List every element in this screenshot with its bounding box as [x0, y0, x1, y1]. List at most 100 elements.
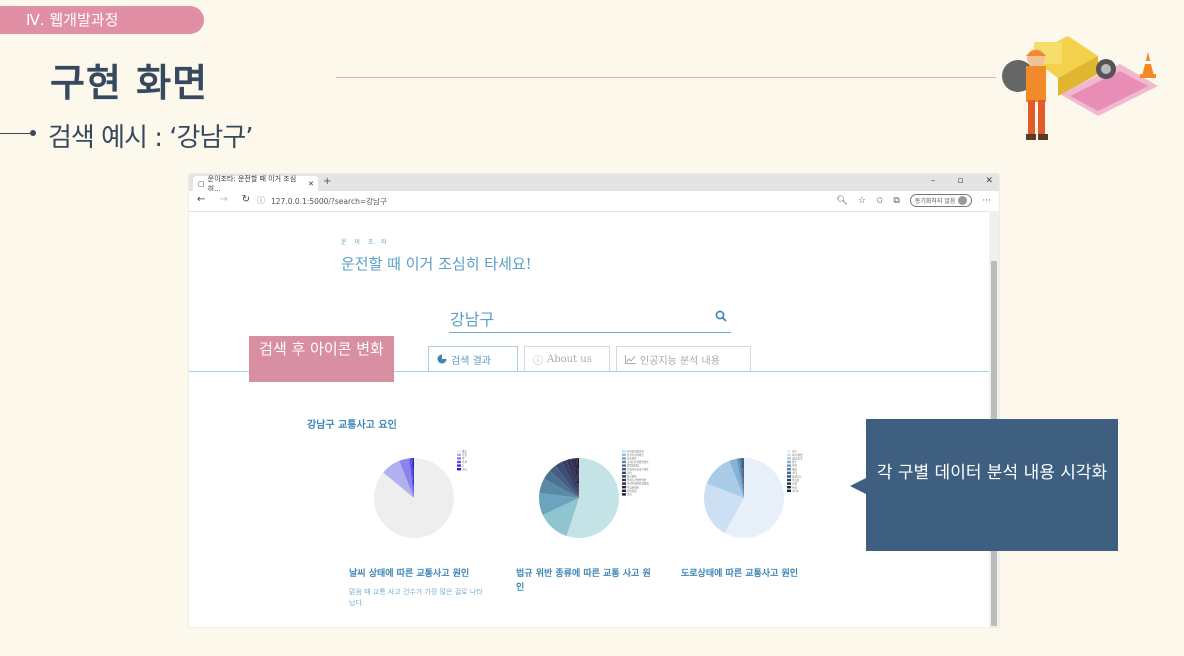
legend-swatch: [787, 475, 791, 478]
legend-label: 기타: [792, 471, 797, 475]
legend-swatch: [622, 468, 626, 471]
bullet-dot: [30, 130, 36, 136]
legend-label: 보행자보호의무위반: [627, 467, 649, 471]
pie-icon: [437, 354, 447, 364]
window-controls: – ▫ ✕: [931, 176, 993, 186]
more-menu-icon[interactable]: ···: [982, 196, 991, 206]
brand-title[interactable]: 운전할 때 이거 조심히 타세요!: [341, 253, 532, 274]
legend-swatch: [787, 486, 791, 489]
legend-label: 흐림: [462, 453, 467, 457]
card-caption[interactable]: 법규 위반 종류에 따른 교통 사고 원인: [516, 567, 651, 595]
legend-swatch: [787, 460, 791, 464]
legend-label: 해빙: [792, 467, 797, 471]
legend-swatch: [622, 475, 626, 478]
legend-swatch: [622, 471, 626, 474]
tab-search-results[interactable]: 검색 결과: [428, 346, 518, 372]
legend-swatch: [787, 482, 791, 485]
close-window-icon[interactable]: ✕: [985, 176, 993, 186]
legend-swatch: [457, 453, 461, 456]
info-icon: ⓘ: [533, 355, 543, 367]
section-tag: Ⅳ. 웹개발과정: [0, 6, 204, 34]
legend-swatch: [622, 457, 626, 460]
legend-label: 적설: [792, 464, 797, 468]
search-input[interactable]: 강남구: [450, 306, 494, 330]
forward-icon[interactable]: →: [219, 194, 227, 205]
legend-label: 안전운전불이행: [627, 449, 644, 453]
legend-swatch: [457, 464, 461, 467]
legend-label: 서리/결빙: [792, 453, 803, 457]
legend-label: 교량: [792, 482, 797, 486]
legend-swatch: [622, 453, 626, 456]
new-tab-icon[interactable]: +: [323, 176, 331, 187]
browser-window: ▢ 운이조타: 운전할 때 이거 조심히... ✕ + – ▫ ✕ ← → ↻ …: [189, 174, 999, 627]
tab-about-us[interactable]: ⓘ About us: [524, 346, 610, 371]
tab-label: About us: [547, 353, 592, 365]
legend-swatch: [622, 493, 626, 496]
tab-ai-analysis[interactable]: 인공지능 분석 내용: [616, 346, 751, 371]
favorite-star-icon[interactable]: ☆: [858, 196, 866, 206]
legend-label: 눈: [462, 464, 465, 468]
road-condition-pie-chart: 건조서리/결빙젖음/습기침수적설해빙기타포장도로비포장교량터널기타2: [704, 449, 803, 538]
legend-swatch: [622, 478, 626, 482]
legend-label: 터널: [792, 485, 797, 489]
bullet-line: [0, 133, 30, 134]
minimize-icon[interactable]: –: [931, 176, 936, 186]
legend-label: 기타: [462, 467, 467, 471]
legend-swatch: [787, 478, 791, 482]
legend-label: 정비불량: [627, 489, 637, 493]
legend-swatch: [787, 450, 791, 453]
legend-label: 부당한회전: [627, 485, 640, 489]
line-chart-icon: [625, 354, 636, 364]
avatar: [958, 196, 968, 205]
legend-label: 맑음: [462, 449, 467, 453]
construction-worker-illustration: [1002, 36, 1158, 140]
tab-label: 인공지능 분석 내용: [640, 355, 720, 367]
legend-label: 앞지르기방법위반: [627, 478, 647, 482]
page-icon: ▢: [198, 179, 205, 188]
legend-swatch: [787, 453, 791, 456]
legend-label: 교차로운행방법위반: [627, 460, 649, 464]
sync-button[interactable]: 동기화하지 않음: [909, 194, 973, 207]
legend-label: 기타2: [792, 489, 799, 493]
legend-swatch: [457, 450, 461, 453]
subheading: 검색 예시 : ‘강남구’: [48, 123, 254, 153]
info-icon[interactable]: ⓘ: [257, 195, 265, 206]
legend-label: 안전거리미확보: [627, 453, 644, 457]
maximize-icon[interactable]: ▫: [957, 176, 963, 186]
legend-label: 포장도로: [792, 475, 802, 479]
toolbar-icons: 🔍︎ ☆ ✩ ⧉ 동기화하지 않음 ···: [836, 194, 991, 207]
legend-swatch: [457, 468, 461, 471]
legend-swatch: [787, 489, 791, 492]
legend-label: 비: [462, 457, 465, 461]
title-divider: [336, 77, 996, 78]
legend-label: 건조: [792, 449, 797, 453]
card-caption[interactable]: 날씨 상태에 따른 교통사고 원인: [349, 567, 489, 581]
legend-label: 과속: [627, 493, 632, 497]
weather-pie-chart: 맑음흐림비안개눈기타: [374, 449, 467, 538]
legend-label: 차로위반: [627, 475, 637, 479]
browser-tab[interactable]: ▢ 운이조타: 운전할 때 이거 조심히... ✕: [193, 175, 318, 193]
close-tab-icon[interactable]: ✕: [308, 180, 314, 188]
navigation-controls: ← → ↻: [197, 194, 250, 205]
favorites-icon[interactable]: ✩: [876, 196, 884, 206]
refresh-icon[interactable]: ↻: [242, 194, 250, 205]
zoom-icon[interactable]: 🔍︎: [836, 196, 847, 206]
collections-icon[interactable]: ⧉: [893, 196, 899, 206]
back-icon[interactable]: ←: [197, 194, 205, 205]
legend-swatch: [622, 489, 626, 492]
callout-arrow: [850, 478, 866, 494]
legend-swatch: [787, 468, 791, 471]
legend-swatch: [787, 464, 791, 467]
brand-small: 운 이 조 타: [341, 239, 390, 246]
violation-pie-chart: 안전운전불이행안전거리미확보신호위반교차로운행방법위반중앙선침범보행자보호의무위…: [539, 449, 649, 538]
card-caption[interactable]: 도로상태에 따른 교통사고 원인: [681, 567, 831, 581]
legend-label: 중앙선침범: [627, 464, 640, 468]
legend-label: 비포장: [792, 478, 800, 482]
tab-label: 검색 결과: [451, 355, 491, 367]
url-field[interactable]: 127.0.0.1:5000/?search=강남구: [271, 196, 387, 207]
legend-label: 침수: [792, 460, 797, 464]
search-icon[interactable]: [715, 310, 727, 322]
card-description: 맑음 때 교통 사고 건수가 가장 많은 걸로 나타났다.: [349, 588, 483, 607]
search-field[interactable]: 강남구: [449, 304, 731, 333]
legend-label: 신호위반: [627, 457, 637, 461]
